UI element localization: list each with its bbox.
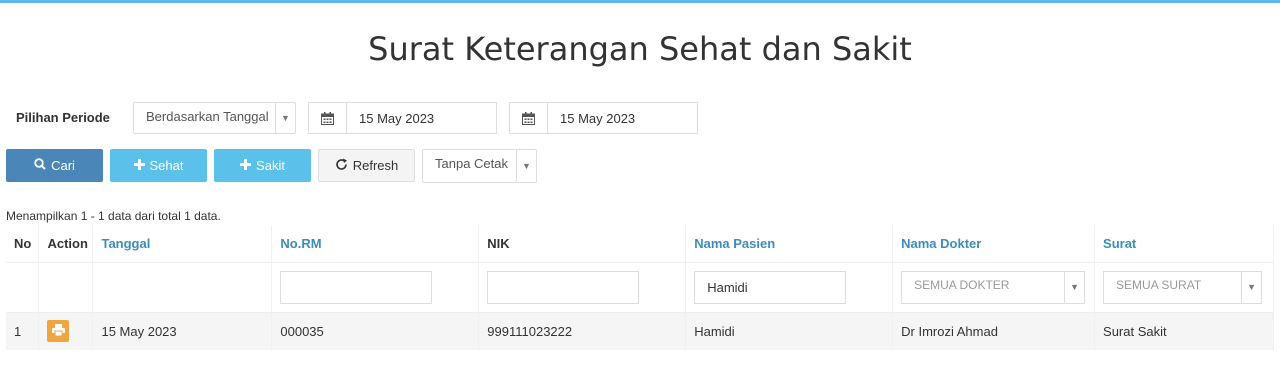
col-header-nama-pasien[interactable]: Nama Pasien [685,226,894,262]
cell-nama-dokter: Dr Imrozi Ahmad [892,311,1096,350]
refresh-button[interactable]: Refresh [318,149,415,182]
cell-norm: 000035 [271,311,480,350]
plus-icon [133,158,145,173]
refresh-icon [335,158,348,174]
filter-cell-norm [271,261,480,312]
periode-mode-value: Berdasarkan Tanggal [146,109,269,124]
filter-cell-surat: SEMUA SURAT ▼ [1094,261,1274,312]
col-header-nama-dokter[interactable]: Nama Dokter [892,226,1096,262]
filter-cell-nama-pasien: Hamidi [685,261,894,312]
sehat-button-label: Sehat [149,158,184,173]
filter-cell-empty [92,261,273,312]
cetak-select[interactable]: Tanpa Cetak ▼ [422,149,537,183]
col-header-action: Action [38,226,94,262]
norm-filter-input[interactable] [280,270,433,304]
print-button[interactable] [47,320,70,343]
caret-down-icon: ▼ [275,103,295,133]
filter-cell-empty [6,261,40,312]
nama-pasien-filter-input[interactable]: Hamidi [694,270,847,304]
filter-row: Hamidi SEMUA DOKTER ▼ SEMUA SURAT ▼ [6,261,1274,312]
filter-cell-nik [478,261,687,312]
refresh-button-label: Refresh [352,158,399,173]
dokter-filter-select[interactable]: SEMUA DOKTER ▼ [901,270,1086,304]
cell-surat: Surat Sakit [1094,311,1274,350]
calendar-icon [309,103,347,133]
cari-button-label: Cari [51,158,75,173]
cell-nik: 999111023222 [478,311,687,350]
caret-down-icon: ▼ [1241,271,1261,303]
filter-cell-empty [38,261,94,312]
date-from-value: 15 May 2023 [359,110,435,126]
filter-cell-nama-dokter: SEMUA DOKTER ▼ [892,261,1096,312]
table-row: 1 15 May 2023 000035 999111023222 Hamidi… [6,311,1274,350]
col-header-nik: NIK [478,226,687,262]
add-sehat-button[interactable]: Sehat [110,149,207,182]
cari-button[interactable]: Cari [6,149,103,182]
col-header-no: No [6,226,40,262]
surat-filter-select[interactable]: SEMUA SURAT ▼ [1103,270,1263,304]
col-header-tanggal[interactable]: Tanggal [92,226,273,262]
page-title: Surat Keterangan Sehat dan Sakit [368,30,912,68]
nik-filter-input[interactable] [487,270,640,304]
table-header-row: No Action Tanggal No.RM NIK Nama Pasien … [6,226,1274,262]
cell-action [38,311,94,350]
cell-tanggal: 15 May 2023 [92,311,273,350]
top-accent-bar [0,0,1280,3]
calendar-icon [510,103,548,133]
periode-label: Pilihan Periode [16,110,110,125]
caret-down-icon: ▼ [516,150,536,182]
surat-table: No Action Tanggal No.RM NIK Nama Pasien … [6,226,1274,350]
date-to-value: 15 May 2023 [560,110,636,126]
add-sakit-button[interactable]: Sakit [214,149,311,182]
col-header-norm[interactable]: No.RM [271,226,480,262]
caret-down-icon: ▼ [1064,271,1084,303]
cetak-select-value: Tanpa Cetak [435,156,508,171]
sakit-button-label: Sakit [256,158,285,173]
search-icon [34,158,46,173]
cell-no: 1 [6,311,40,350]
cell-nama-pasien: Hamidi [685,311,894,350]
periode-mode-select[interactable]: Berdasarkan Tanggal ▼ [133,102,296,134]
print-icon [51,323,65,339]
surat-filter-placeholder: SEMUA SURAT [1116,277,1202,292]
plus-icon [240,158,252,173]
date-to-field[interactable]: 15 May 2023 [509,102,698,134]
pagination-summary: Menampilkan 1 - 1 data dari total 1 data… [6,209,221,223]
dokter-filter-placeholder: SEMUA DOKTER [914,277,1010,292]
date-from-field[interactable]: 15 May 2023 [308,102,497,134]
col-header-surat[interactable]: Surat [1094,226,1274,262]
